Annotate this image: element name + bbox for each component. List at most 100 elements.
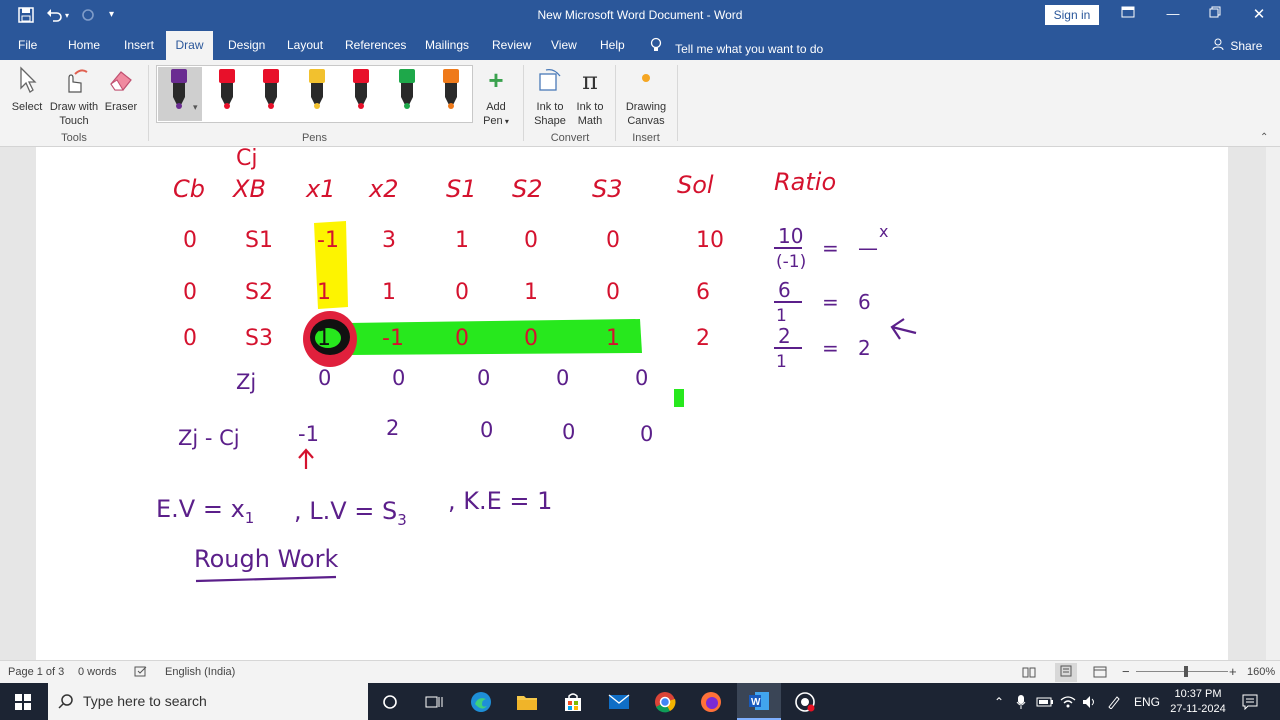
document-page[interactable]: Cj Cb XB x1 x2 S1 S2 S3 Sol Ratio 0 S1 -1 3… bbox=[36, 147, 1228, 660]
zj-value-2: 0 bbox=[477, 366, 490, 390]
eraser-label: Eraser bbox=[104, 101, 138, 113]
wifi-icon[interactable] bbox=[1058, 683, 1078, 720]
tab-insert[interactable]: Insert bbox=[124, 38, 154, 52]
cell-r0-c5: 0 bbox=[524, 228, 538, 253]
tab-help[interactable]: Help bbox=[600, 38, 625, 52]
firefox-icon[interactable] bbox=[691, 683, 731, 720]
clock[interactable]: 10:37 PM 27-11-2024 bbox=[1166, 683, 1230, 720]
ribbon-display-options-icon[interactable] bbox=[1116, 6, 1140, 21]
pens-group-label: Pens bbox=[301, 132, 328, 144]
pen-workspace-icon[interactable] bbox=[1104, 683, 1124, 720]
drawing-canvas-button[interactable]: Drawing Canvas bbox=[620, 66, 672, 128]
minimize-icon[interactable]: — bbox=[1161, 6, 1185, 21]
select-label: Select bbox=[11, 101, 43, 113]
ink-to-math-button[interactable]: π Ink to Math bbox=[570, 66, 610, 128]
convert-group-label: Convert bbox=[550, 132, 590, 144]
tab-design[interactable]: Design bbox=[228, 38, 265, 52]
zj-value-3: 0 bbox=[556, 366, 569, 390]
ink-to-shape-label-1: Ink to bbox=[536, 101, 564, 113]
microphone-icon[interactable] bbox=[1012, 683, 1030, 720]
task-view-icon[interactable] bbox=[414, 683, 454, 720]
edge-icon[interactable] bbox=[461, 683, 501, 720]
web-layout-icon[interactable] bbox=[1093, 666, 1107, 681]
close-icon[interactable]: ✕ bbox=[1247, 5, 1271, 23]
eraser-button[interactable]: Eraser bbox=[102, 66, 140, 114]
ink-canvas: Cj Cb XB x1 x2 S1 S2 S3 Sol Ratio 0 S1 -1 3… bbox=[156, 147, 917, 583]
pen-3[interactable] bbox=[307, 69, 327, 111]
tab-layout[interactable]: Layout bbox=[287, 38, 323, 52]
tell-me-search[interactable]: Tell me what you want to do bbox=[650, 37, 823, 56]
zoom-slider[interactable] bbox=[1136, 671, 1228, 672]
battery-icon[interactable] bbox=[1035, 683, 1055, 720]
tab-draw[interactable]: Draw bbox=[166, 31, 213, 60]
taskbar-search[interactable]: Type here to search bbox=[48, 683, 368, 720]
input-language[interactable]: ENG bbox=[1130, 683, 1164, 720]
select-button[interactable]: Select bbox=[8, 66, 46, 114]
file-explorer-icon[interactable] bbox=[507, 683, 547, 720]
volume-icon[interactable] bbox=[1080, 683, 1100, 720]
proofing-icon[interactable] bbox=[134, 666, 148, 681]
page-count[interactable]: Page 1 of 3 bbox=[8, 666, 64, 678]
tab-home[interactable]: Home bbox=[68, 38, 100, 52]
title-bar: ▾ ▾ New Microsoft Word Document - Word S… bbox=[0, 0, 1280, 31]
show-hidden-icons-icon[interactable]: ⌃ bbox=[990, 683, 1008, 720]
pens-gallery: ▾ bbox=[156, 65, 473, 123]
word-count[interactable]: 0 words bbox=[78, 666, 117, 678]
mail-icon[interactable] bbox=[599, 683, 639, 720]
tab-review[interactable]: Review bbox=[492, 38, 531, 52]
green-highlight-dot bbox=[674, 389, 684, 407]
cell-r1-c1: S2 bbox=[245, 280, 273, 305]
cortana-icon[interactable] bbox=[370, 683, 410, 720]
touch-draw-icon bbox=[46, 66, 102, 96]
ink-to-math-label-1: Ink to bbox=[576, 101, 604, 113]
chrome-icon[interactable] bbox=[645, 683, 685, 720]
tab-mailings[interactable]: Mailings bbox=[425, 38, 469, 52]
cell-r2-c6: 1 bbox=[606, 326, 620, 351]
pen-4[interactable] bbox=[351, 69, 371, 111]
add-pen-button[interactable]: + Add Pen ▾ bbox=[477, 66, 515, 129]
restore-icon[interactable] bbox=[1203, 6, 1227, 21]
language-status[interactable]: English (India) bbox=[165, 666, 235, 678]
zoom-slider-thumb[interactable] bbox=[1184, 666, 1188, 677]
zoom-out-icon[interactable]: − bbox=[1122, 664, 1130, 679]
pen-options-chevron-icon[interactable]: ▾ bbox=[193, 102, 198, 113]
pen-2[interactable] bbox=[261, 69, 281, 111]
cell-r2-c3: -1 bbox=[382, 326, 404, 351]
cell-r2-c0: 0 bbox=[183, 326, 197, 351]
sign-in-button[interactable]: Sign in bbox=[1045, 5, 1099, 25]
person-icon bbox=[1212, 38, 1224, 53]
pen-1[interactable] bbox=[217, 69, 237, 111]
word-taskbar-icon[interactable]: W bbox=[737, 683, 781, 720]
cell-r0-c2: -1 bbox=[317, 228, 339, 253]
start-button[interactable] bbox=[0, 683, 46, 720]
vertical-scrollbar[interactable] bbox=[1266, 147, 1280, 660]
ink-to-shape-label-2: Shape bbox=[534, 115, 566, 127]
pen-6[interactable] bbox=[441, 69, 461, 111]
tab-view[interactable]: View bbox=[551, 38, 577, 52]
ribbon-separator bbox=[615, 65, 616, 141]
zjcj-value-4: 0 bbox=[640, 422, 653, 446]
zoom-in-icon[interactable]: + bbox=[1229, 664, 1237, 679]
insert-group-label: Insert bbox=[632, 132, 660, 144]
draw-with-touch-button[interactable]: Draw with Touch bbox=[46, 66, 102, 128]
store-icon[interactable] bbox=[553, 683, 593, 720]
pen-0[interactable] bbox=[169, 69, 189, 111]
cell-r0-c1: S1 bbox=[245, 228, 273, 253]
tab-file[interactable]: File bbox=[18, 38, 37, 52]
collapse-ribbon-icon[interactable]: ⌃ bbox=[1260, 132, 1268, 143]
ink-to-shape-button[interactable]: Ink to Shape bbox=[530, 66, 570, 128]
zj-value-4: 0 bbox=[635, 366, 648, 390]
tools-group-label: Tools bbox=[61, 132, 87, 144]
zoom-level[interactable]: 160% bbox=[1247, 666, 1275, 678]
tab-references[interactable]: References bbox=[345, 38, 406, 52]
screen-recorder-icon[interactable] bbox=[785, 683, 825, 720]
notifications-icon[interactable] bbox=[1236, 683, 1264, 720]
pen-5[interactable] bbox=[397, 69, 417, 111]
cell-r0-c4: 1 bbox=[455, 228, 469, 253]
cell-r0-c7: 10 bbox=[696, 228, 724, 253]
share-button[interactable]: Share bbox=[1212, 38, 1262, 53]
svg-text:W: W bbox=[751, 697, 761, 708]
ratio-denominator-0: (-1) bbox=[776, 252, 806, 272]
read-mode-icon[interactable] bbox=[1022, 666, 1036, 681]
print-layout-icon[interactable] bbox=[1055, 663, 1077, 682]
